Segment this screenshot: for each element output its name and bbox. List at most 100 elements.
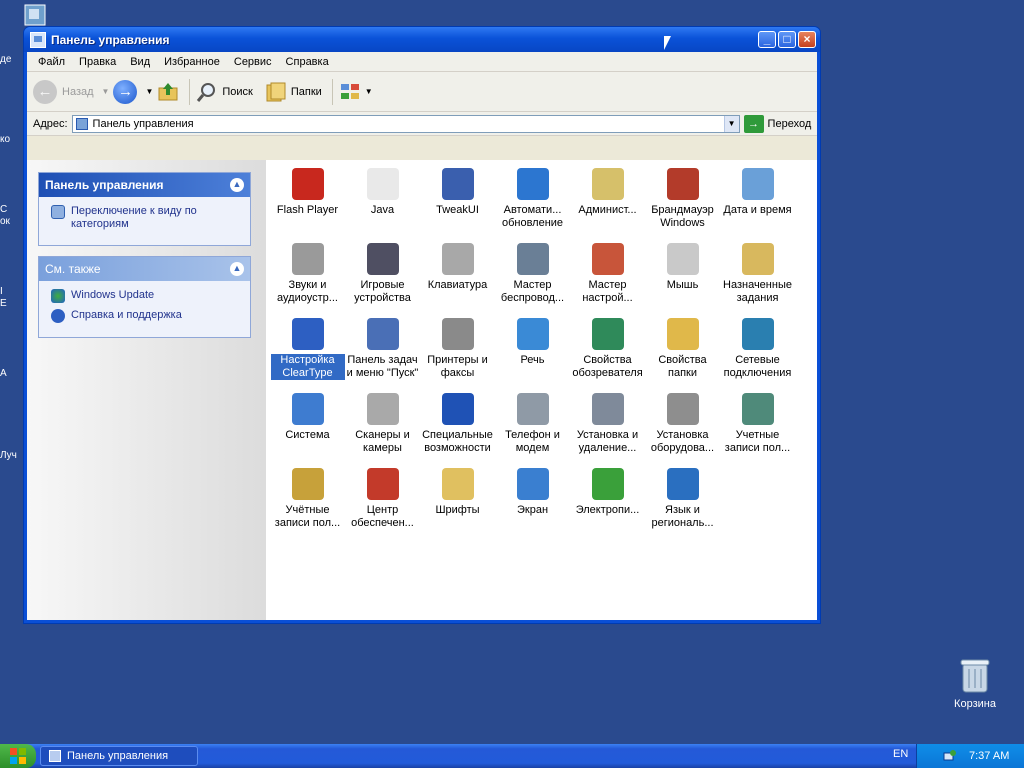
- start-button[interactable]: [0, 744, 36, 768]
- toolbar-separator: [331, 78, 333, 105]
- control-panel-item-label: Телефон и модем: [505, 429, 560, 454]
- control-panel-small-icon: [75, 117, 88, 130]
- control-panel-item[interactable]: Система: [270, 391, 345, 466]
- back-dropdown-icon[interactable]: ▼: [102, 87, 110, 96]
- switch-to-category-view-link[interactable]: Переключение к виду по категориям: [51, 205, 242, 231]
- control-panel-item-label: Flash Player: [276, 204, 339, 216]
- control-panel-window: Панель управления _ □ × Файл Правка Вид …: [23, 26, 821, 624]
- search-button[interactable]: Поиск: [196, 81, 253, 103]
- control-panel-item[interactable]: Сканеры и камеры: [345, 391, 420, 466]
- control-panel-item[interactable]: Свойства папки: [645, 316, 720, 391]
- control-panel-item[interactable]: Специальные возможности: [420, 391, 495, 466]
- menu-tools[interactable]: Сервис: [227, 56, 279, 68]
- close-button[interactable]: ×: [798, 31, 816, 48]
- taskbar-window-button[interactable]: Панель управления: [40, 746, 198, 766]
- control-panel-item[interactable]: Клавиатура: [420, 241, 495, 316]
- network-connections-icon: [741, 318, 774, 350]
- collapse-chevron-icon[interactable]: ▲: [230, 178, 244, 192]
- back-label: Назад: [62, 85, 94, 98]
- control-panel-item[interactable]: Мастер беспровод...: [495, 241, 570, 316]
- control-panel-item[interactable]: Автомати... обновление: [495, 166, 570, 241]
- control-panel-item[interactable]: Речь: [495, 316, 570, 391]
- address-bar: Адрес: Панель управления ▼ → Переход: [27, 112, 817, 136]
- mouse-cursor-icon: [664, 36, 671, 50]
- control-panel-item-label: Принтеры и факсы: [427, 354, 488, 379]
- menu-bar: Файл Правка Вид Избранное Сервис Справка: [27, 52, 817, 72]
- maximize-button[interactable]: □: [778, 31, 796, 48]
- recycle-bin[interactable]: Корзина: [942, 656, 1008, 710]
- control-panel-item[interactable]: Панель задач и меню "Пуск": [345, 316, 420, 391]
- up-folder-button[interactable]: [157, 81, 179, 103]
- clock[interactable]: 7:37 AM: [969, 750, 1009, 762]
- admin-tools-icon: [591, 168, 624, 200]
- up-folder-icon: [158, 82, 178, 100]
- category-view-icon: [51, 205, 65, 219]
- control-panel-item-label: Панель задач и меню "Пуск": [346, 354, 419, 379]
- minimize-button[interactable]: _: [758, 31, 776, 48]
- control-panel-item[interactable]: Учетные записи пол...: [720, 391, 795, 466]
- control-panel-task-group: Панель управления ▲ Переключение к виду …: [38, 172, 251, 246]
- menu-help[interactable]: Справка: [279, 56, 336, 68]
- panel-header[interactable]: Панель управления ▲: [39, 173, 250, 197]
- collapse-chevron-icon[interactable]: ▲: [230, 262, 244, 276]
- control-panel-item[interactable]: Назначенные задания: [720, 241, 795, 316]
- windows-update-link[interactable]: Windows Update: [51, 289, 242, 303]
- forward-dropdown-icon[interactable]: ▼: [145, 87, 153, 96]
- control-panel-item[interactable]: Принтеры и факсы: [420, 316, 495, 391]
- back-button[interactable]: ← Назад ▼: [33, 79, 110, 104]
- control-panel-item[interactable]: Свойства обозревателя: [570, 316, 645, 391]
- control-panel-item[interactable]: TweakUI: [420, 166, 495, 241]
- help-support-link[interactable]: Справка и поддержка: [51, 309, 242, 323]
- control-panel-item[interactable]: Установка оборудова...: [645, 391, 720, 466]
- control-panel-item[interactable]: Игровые устройства: [345, 241, 420, 316]
- wireless-icon: [516, 243, 549, 275]
- control-panel-item-label: Брандмауэр Windows: [651, 204, 714, 229]
- control-panel-item[interactable]: Шрифты: [420, 466, 495, 541]
- control-panel-item[interactable]: Мышь: [645, 241, 720, 316]
- folders-button[interactable]: Папки: [265, 81, 322, 103]
- control-panel-item[interactable]: Экран: [495, 466, 570, 541]
- control-panel-item[interactable]: Звуки и аудиоустр...: [270, 241, 345, 316]
- task-pane: Панель управления ▲ Переключение к виду …: [27, 160, 266, 620]
- window-title: Панель управления: [51, 32, 170, 47]
- menu-edit[interactable]: Правка: [72, 56, 123, 68]
- control-panel-item[interactable]: Телефон и модем: [495, 391, 570, 466]
- menu-file[interactable]: Файл: [31, 56, 72, 68]
- control-panel-item-label: Учетные записи пол...: [724, 429, 791, 454]
- control-panel-item[interactable]: Центр обеспечен...: [345, 466, 420, 541]
- menu-favorites[interactable]: Избранное: [157, 56, 227, 68]
- toolbar-separator: [189, 78, 191, 105]
- desktop-top-icon[interactable]: [24, 4, 46, 26]
- control-panel-item[interactable]: Мастер настрой...: [570, 241, 645, 316]
- control-panel-item-label: Экран: [516, 504, 549, 516]
- panel-header[interactable]: См. также ▲: [39, 257, 250, 281]
- accessibility-icon: [441, 393, 474, 425]
- power-options-icon: [591, 468, 624, 500]
- address-input[interactable]: Панель управления ▼: [71, 114, 740, 133]
- control-panel-item[interactable]: Админист...: [570, 166, 645, 241]
- search-label: Поиск: [222, 85, 253, 98]
- address-label: Адрес:: [33, 117, 68, 130]
- control-panel-item[interactable]: Дата и время: [720, 166, 795, 241]
- control-panel-item[interactable]: Электропи...: [570, 466, 645, 541]
- panel-title: См. также: [45, 262, 101, 276]
- control-panel-item[interactable]: Java: [345, 166, 420, 241]
- help-support-label: Справка и поддержка: [71, 309, 182, 321]
- go-button[interactable]: → Переход: [743, 114, 811, 133]
- panel-body: Переключение к виду по категориям: [39, 197, 250, 245]
- control-panel-item[interactable]: Сетевые подключения: [720, 316, 795, 391]
- control-panel-item[interactable]: Flash Player: [270, 166, 345, 241]
- menu-view[interactable]: Вид: [123, 56, 157, 68]
- control-panel-item[interactable]: Язык и региональ...: [645, 466, 720, 541]
- control-panel-item[interactable]: Установка и удаление...: [570, 391, 645, 466]
- windows-update-label: Windows Update: [71, 289, 155, 301]
- views-button[interactable]: ▼: [339, 81, 373, 103]
- control-panel-item[interactable]: Брандмауэр Windows: [645, 166, 720, 241]
- control-panel-item[interactable]: Настройка ClearType: [270, 316, 345, 391]
- control-panel-item[interactable]: Учётные записи пол...: [270, 466, 345, 541]
- address-dropdown-icon[interactable]: ▼: [723, 115, 739, 132]
- forward-button[interactable]: → ▼: [113, 79, 153, 104]
- language-indicator[interactable]: EN: [893, 748, 908, 760]
- window-titlebar[interactable]: Панель управления _ □ ×: [24, 27, 820, 52]
- search-icon: [197, 82, 216, 102]
